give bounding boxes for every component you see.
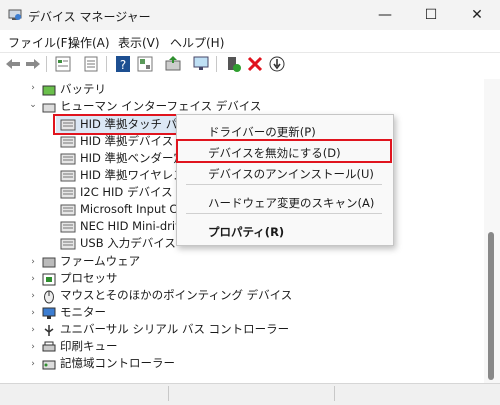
collapse-chevron-icon[interactable]: ⌄ xyxy=(28,100,38,110)
hid-device-icon xyxy=(60,238,76,250)
expand-chevron-icon[interactable]: › xyxy=(28,342,38,352)
close-button[interactable]: ✕ xyxy=(454,0,500,30)
expand-chevron-icon[interactable]: › xyxy=(28,325,38,335)
monitor-icon[interactable] xyxy=(192,55,210,73)
expand-chevron-icon[interactable]: › xyxy=(28,308,38,318)
expand-chevron-icon[interactable]: › xyxy=(28,83,38,93)
menu-separator xyxy=(186,213,382,214)
add-driver-icon[interactable] xyxy=(224,55,242,73)
toolbar-separator xyxy=(46,56,47,72)
tree-item-processor[interactable]: プロセッサ xyxy=(60,270,118,287)
tree-item-print-queue[interactable]: 印刷キュー xyxy=(60,338,118,355)
hid-device-icon xyxy=(60,187,76,199)
window-title: デバイス マネージャー xyxy=(28,10,151,24)
menu-item-scan-hardware[interactable]: ハードウェア変更のスキャン(A) xyxy=(208,195,374,211)
menu-item-properties[interactable]: プロパティ(R) xyxy=(208,224,284,240)
tree-item-battery[interactable]: バッテリ xyxy=(60,81,106,98)
status-bar xyxy=(0,383,500,405)
menu-action[interactable]: 操作(A) xyxy=(68,34,110,51)
tree-item-ms-input[interactable]: Microsoft Input Cor xyxy=(80,201,189,218)
download-icon[interactable] xyxy=(268,55,286,73)
minimize-button[interactable]: — xyxy=(362,0,408,30)
tree-item-i2c-hid[interactable]: I2C HID デバイス xyxy=(80,184,173,201)
hid-device-icon xyxy=(60,119,76,131)
forward-arrow-icon[interactable] xyxy=(24,55,42,73)
firmware-icon xyxy=(42,257,56,268)
printer-icon xyxy=(42,341,56,352)
usb-icon xyxy=(44,325,54,336)
tree-item-usb-controller[interactable]: ユニバーサル シリアル バス コントローラー xyxy=(60,321,289,338)
expand-chevron-icon[interactable]: › xyxy=(28,291,38,301)
hid-device-icon xyxy=(60,204,76,216)
scrollbar-thumb[interactable] xyxy=(488,232,494,380)
help-icon[interactable]: ? xyxy=(114,55,132,73)
uninstall-icon[interactable] xyxy=(246,55,264,73)
tree-item-firmware[interactable]: ファームウェア xyxy=(60,253,140,270)
expand-chevron-icon[interactable]: › xyxy=(28,274,38,284)
tree-item-hid[interactable]: ヒューマン インターフェイス デバイス xyxy=(60,98,261,115)
menu-view[interactable]: 表示(V) xyxy=(118,34,160,51)
storage-controller-icon xyxy=(42,360,56,370)
back-arrow-icon[interactable] xyxy=(4,55,22,73)
monitor-icon xyxy=(42,307,56,319)
status-divider xyxy=(168,386,169,401)
tree-item-storage-controller[interactable]: 記憶域コントローラー xyxy=(60,355,175,372)
status-divider xyxy=(334,386,335,401)
device-manager-icon xyxy=(8,9,22,20)
tree-item-mouse[interactable]: マウスとそのほかのポインティング デバイス xyxy=(60,287,292,304)
battery-icon xyxy=(42,85,56,96)
menu-separator xyxy=(186,184,382,185)
menu-help[interactable]: ヘルプ(H) xyxy=(170,34,224,51)
maximize-button[interactable]: ☐ xyxy=(408,0,454,30)
tree-item-monitor[interactable]: モニター xyxy=(60,304,106,321)
tree-item-nec-hid[interactable]: NEC HID Mini-drive xyxy=(80,218,189,235)
toolbar-separator xyxy=(106,56,107,72)
svg-text:?: ? xyxy=(120,58,126,72)
properties-icon[interactable] xyxy=(54,55,72,73)
menu-file[interactable]: ファイル(F) xyxy=(8,34,72,51)
menu-item-uninstall-device[interactable]: デバイスのアンインストール(U) xyxy=(208,166,374,182)
menu-item-disable-device[interactable]: デバイスを無効にする(D) xyxy=(208,145,341,161)
processor-icon xyxy=(42,273,56,286)
expand-chevron-icon[interactable]: › xyxy=(28,257,38,267)
hid-device-icon xyxy=(60,221,76,233)
tree-item-usb-input[interactable]: USB 入力デバイス xyxy=(80,235,176,252)
tree-item-hid-device[interactable]: HID 準拠デバイス xyxy=(80,133,173,150)
mouse-icon xyxy=(44,290,54,304)
hid-device-icon xyxy=(60,136,76,148)
expand-chevron-icon[interactable]: › xyxy=(28,359,38,369)
menu-item-update-driver[interactable]: ドライバーの更新(P) xyxy=(208,124,316,140)
update-driver-icon[interactable] xyxy=(164,55,182,73)
view-icon[interactable] xyxy=(136,55,154,73)
hid-device-icon xyxy=(60,153,76,165)
hid-category-icon xyxy=(42,103,56,113)
hid-device-icon xyxy=(60,170,76,182)
device-list-icon[interactable] xyxy=(82,55,100,73)
toolbar-separator xyxy=(216,56,217,72)
